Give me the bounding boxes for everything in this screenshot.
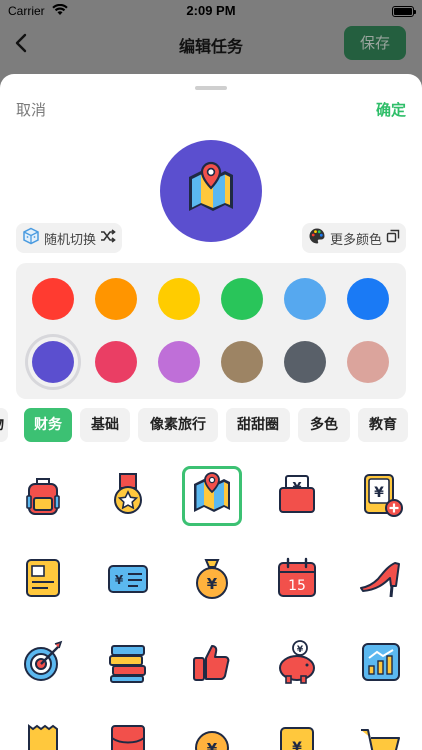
category-tab[interactable]: 像素旅行 bbox=[138, 408, 218, 442]
sheet-grabber[interactable] bbox=[195, 86, 227, 90]
note-icon bbox=[19, 554, 67, 606]
color-swatch[interactable] bbox=[158, 278, 200, 320]
color-swatch[interactable] bbox=[284, 278, 326, 320]
category-tab[interactable]: 物 bbox=[0, 408, 8, 442]
piggy-bank-icon: ¥ bbox=[273, 638, 321, 690]
icon-option[interactable] bbox=[351, 718, 411, 750]
yuan-box-icon: ¥ bbox=[273, 722, 321, 750]
random-switch-label: 随机切换 bbox=[44, 232, 97, 248]
color-swatch[interactable] bbox=[221, 341, 263, 383]
backpack-icon bbox=[19, 470, 67, 522]
battery-icon bbox=[392, 6, 416, 17]
map-icon bbox=[188, 470, 236, 522]
color-swatch[interactable] bbox=[284, 341, 326, 383]
icon-option[interactable] bbox=[182, 634, 242, 694]
icon-option[interactable]: ¥ bbox=[267, 634, 327, 694]
color-palette bbox=[16, 263, 406, 399]
icon-option[interactable] bbox=[182, 466, 242, 526]
color-swatch[interactable] bbox=[347, 278, 389, 320]
icon-option[interactable] bbox=[98, 466, 158, 526]
high-heel-icon bbox=[357, 554, 405, 606]
svg-text:15: 15 bbox=[288, 578, 306, 594]
coin-icon: ¥ bbox=[188, 722, 236, 750]
color-swatch[interactable] bbox=[32, 278, 74, 320]
map-icon bbox=[181, 159, 241, 223]
icon-option[interactable] bbox=[13, 550, 73, 610]
edit-sheet: 取消 确定 随机切换 更多颜色 财务 基础 像素旅行 甜甜圈 多色 教育 ¥ ¥… bbox=[0, 74, 422, 750]
color-swatch[interactable] bbox=[158, 341, 200, 383]
svg-text:¥: ¥ bbox=[292, 740, 302, 750]
receipt-icon bbox=[19, 722, 67, 750]
svg-text:¥: ¥ bbox=[374, 485, 384, 501]
random-switch-button[interactable]: 随机切换 bbox=[16, 223, 123, 253]
shuffle-icon bbox=[100, 229, 116, 247]
more-colors-button[interactable]: 更多颜色 bbox=[301, 223, 406, 253]
calendar-icon: 15 bbox=[273, 554, 321, 606]
icon-option[interactable] bbox=[13, 634, 73, 694]
icon-option[interactable]: ¥ bbox=[267, 718, 327, 750]
cancel-button[interactable]: 取消 bbox=[16, 99, 46, 120]
svg-text:¥: ¥ bbox=[115, 573, 124, 587]
save-button[interactable]: 保存 bbox=[344, 26, 406, 60]
svg-text:¥: ¥ bbox=[207, 740, 218, 750]
yuan-tablet-icon: ¥ bbox=[357, 470, 405, 522]
icon-option[interactable] bbox=[98, 634, 158, 694]
icon-option[interactable]: 15 bbox=[267, 550, 327, 610]
confirm-button[interactable]: 确定 bbox=[376, 99, 406, 120]
color-swatch[interactable] bbox=[221, 278, 263, 320]
red-envelope-icon: ¥ bbox=[273, 470, 321, 522]
color-swatch[interactable] bbox=[347, 341, 389, 383]
envelope-icon bbox=[104, 722, 152, 750]
color-swatch[interactable] bbox=[95, 341, 137, 383]
icon-option[interactable] bbox=[13, 718, 73, 750]
category-tab[interactable]: 甜甜圈 bbox=[226, 408, 290, 442]
medal-icon bbox=[104, 470, 152, 522]
target-icon bbox=[19, 638, 67, 690]
books-icon bbox=[104, 638, 152, 690]
dice-icon bbox=[22, 227, 40, 249]
icon-option[interactable] bbox=[98, 718, 158, 750]
status-time: 2:09 PM bbox=[186, 3, 236, 18]
color-swatch[interactable] bbox=[32, 341, 74, 383]
color-swatch[interactable] bbox=[95, 278, 137, 320]
icon-option[interactable]: ¥ bbox=[267, 466, 327, 526]
icon-option[interactable]: ¥ bbox=[98, 550, 158, 610]
icon-option[interactable]: ¥ bbox=[351, 466, 411, 526]
status-bar: Carrier 2:09 PM bbox=[0, 0, 422, 22]
more-colors-label: 更多颜色 bbox=[329, 232, 382, 248]
palette-icon bbox=[308, 227, 326, 249]
open-window-icon bbox=[386, 229, 400, 247]
chart-board-icon bbox=[357, 638, 405, 690]
icon-option[interactable]: ¥ bbox=[182, 718, 242, 750]
icon-preview bbox=[160, 140, 262, 242]
coin-bag-icon: ¥ bbox=[188, 554, 236, 606]
category-tab[interactable]: 多色 bbox=[298, 408, 350, 442]
category-tab[interactable]: 教育 bbox=[358, 408, 408, 442]
icon-option[interactable] bbox=[13, 466, 73, 526]
svg-text:¥: ¥ bbox=[207, 575, 218, 593]
cart-icon bbox=[357, 722, 405, 750]
icon-option[interactable] bbox=[351, 634, 411, 694]
category-tab[interactable]: 财务 bbox=[24, 408, 72, 442]
nav-bar: 编辑任务 保存 bbox=[0, 22, 422, 64]
svg-text:¥: ¥ bbox=[297, 645, 304, 655]
thumbs-up-icon bbox=[188, 638, 236, 690]
icon-option[interactable] bbox=[351, 550, 411, 610]
yuan-card-icon: ¥ bbox=[104, 554, 152, 606]
icon-option[interactable]: ¥ bbox=[182, 550, 242, 610]
category-tabs: 物财务基础像素旅行甜甜圈多色教育 bbox=[0, 408, 422, 444]
category-tab[interactable]: 基础 bbox=[80, 408, 130, 442]
